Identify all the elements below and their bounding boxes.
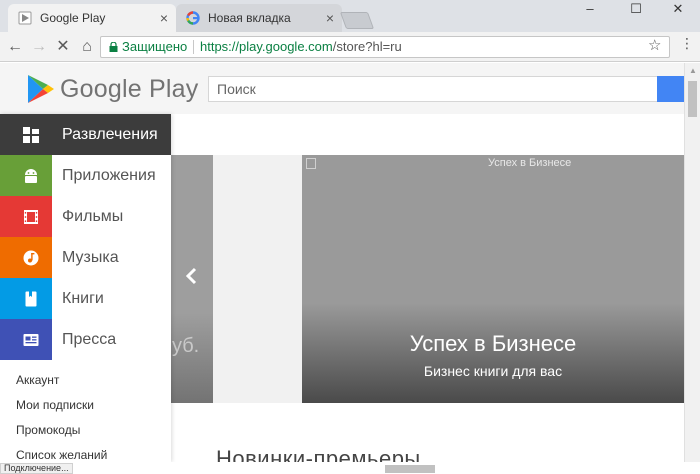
tab-strip: Google Play × Новая вкладка × – ☐ ✕ xyxy=(0,0,700,32)
sidebar-link-subscriptions[interactable]: Мои подписки xyxy=(0,393,171,418)
scroll-up-arrow-icon[interactable]: ▲ xyxy=(689,66,697,75)
status-bubble: Подключение... xyxy=(0,463,73,474)
horizontal-scrollbar-area xyxy=(0,462,700,474)
sidebar-link-promo-codes[interactable]: Промокоды xyxy=(0,418,171,443)
back-arrow-icon[interactable]: ← xyxy=(4,36,26,58)
scrollbar-thumb[interactable] xyxy=(688,81,697,117)
omnibox-separator xyxy=(193,40,194,54)
google-favicon-icon xyxy=(186,11,200,25)
sidebar-link-wishlist[interactable]: Список желаний xyxy=(0,443,171,462)
new-tab-button[interactable] xyxy=(339,12,375,29)
prev-card-text: уб. xyxy=(172,335,200,357)
category-icon-box xyxy=(0,278,52,319)
content-top-band xyxy=(171,114,684,155)
carousel-gap xyxy=(213,155,302,403)
film-icon xyxy=(24,210,38,224)
banner-title: Успех в Бизнесе xyxy=(409,331,577,356)
window-close-icon[interactable]: ✕ xyxy=(656,0,700,20)
home-icon[interactable]: ⌂ xyxy=(76,36,98,58)
sidebar-item-music[interactable]: Музыка xyxy=(0,237,171,278)
android-icon xyxy=(25,169,37,183)
search-button[interactable] xyxy=(657,76,684,102)
tab-close-icon[interactable]: × xyxy=(160,4,168,32)
google-play-wordmark[interactable]: Google Play xyxy=(60,75,198,104)
url-host: https://play.google.com xyxy=(200,39,333,54)
url-text: https://play.google.com/store?hl=ru xyxy=(200,37,402,57)
section-heading: Новинки-премьеры xyxy=(216,446,421,462)
category-icon-box xyxy=(0,319,52,360)
sidebar-link-account[interactable]: Аккаунт xyxy=(0,368,171,393)
newspaper-icon xyxy=(23,334,39,346)
secure-label: Защищено xyxy=(122,39,188,54)
forward-arrow-icon[interactable]: → xyxy=(28,36,50,58)
category-sidebar: Развлечения Приложения Фильмы Музыка Кни… xyxy=(0,114,171,462)
category-icon-box xyxy=(0,196,52,237)
page-viewport: Google Play Успех в Бизнесе Успех в Бизн… xyxy=(0,63,684,462)
stop-loading-icon[interactable]: ✕ xyxy=(52,36,74,58)
google-play-logo-icon[interactable] xyxy=(26,73,56,105)
bookmark-star-icon[interactable]: ☆ xyxy=(648,36,661,54)
grid-icon xyxy=(23,127,39,143)
tab-title: Google Play xyxy=(40,11,106,25)
carousel-main-banner[interactable]: Успех в Бизнесе Успех в Бизнесе Бизнес к… xyxy=(302,155,684,403)
play-header: Google Play xyxy=(0,63,684,115)
banner-image-alt: Успех в Бизнесе xyxy=(488,157,572,169)
sidebar-item-label: Музыка xyxy=(62,249,119,266)
lock-icon xyxy=(109,42,118,52)
sidebar-item-entertainment[interactable]: Развлечения xyxy=(0,114,171,155)
search-input[interactable] xyxy=(208,76,658,102)
sidebar-item-label: Пресса xyxy=(62,331,117,348)
category-icon-box xyxy=(0,114,52,155)
book-icon xyxy=(25,291,37,307)
sidebar-item-label: Фильмы xyxy=(62,208,124,225)
banner-subtitle: Бизнес книги для вас xyxy=(423,363,563,379)
sidebar-item-label: Развлечения xyxy=(62,126,158,143)
category-icon-box xyxy=(0,155,52,196)
broken-image-icon xyxy=(306,158,316,169)
minimize-icon[interactable]: – xyxy=(568,0,612,20)
sidebar-item-label: Книги xyxy=(62,290,104,307)
horizontal-scrollbar-thumb[interactable] xyxy=(385,465,435,473)
chevron-left-icon[interactable] xyxy=(184,266,198,286)
sidebar-item-movies[interactable]: Фильмы xyxy=(0,196,171,237)
prev-card-gradient xyxy=(171,313,213,403)
url-path: /store?hl=ru xyxy=(332,39,402,54)
sidebar-item-press[interactable]: Пресса xyxy=(0,319,171,360)
tab-google-play[interactable]: Google Play × xyxy=(8,4,176,32)
vertical-scrollbar[interactable]: ▲ xyxy=(684,63,700,462)
sidebar-links: Аккаунт Мои подписки Промокоды Список же… xyxy=(0,360,171,462)
browser-menu-icon[interactable]: ⋮ xyxy=(680,35,694,52)
category-icon-box xyxy=(0,237,52,278)
google-play-favicon-icon xyxy=(18,11,32,25)
address-bar[interactable]: Защищено https://play.google.com/store?h… xyxy=(100,36,670,58)
browser-toolbar: ← → ✕ ⌂ Защищено https://play.google.com… xyxy=(0,32,700,62)
sidebar-item-books[interactable]: Книги xyxy=(0,278,171,319)
maximize-icon[interactable]: ☐ xyxy=(614,0,658,20)
tab-title: Новая вкладка xyxy=(208,11,291,25)
tab-new-tab[interactable]: Новая вкладка × xyxy=(176,4,342,32)
sidebar-item-apps[interactable]: Приложения xyxy=(0,155,171,196)
tab-close-icon[interactable]: × xyxy=(326,4,334,32)
music-icon xyxy=(23,250,39,266)
sidebar-item-label: Приложения xyxy=(62,167,156,184)
